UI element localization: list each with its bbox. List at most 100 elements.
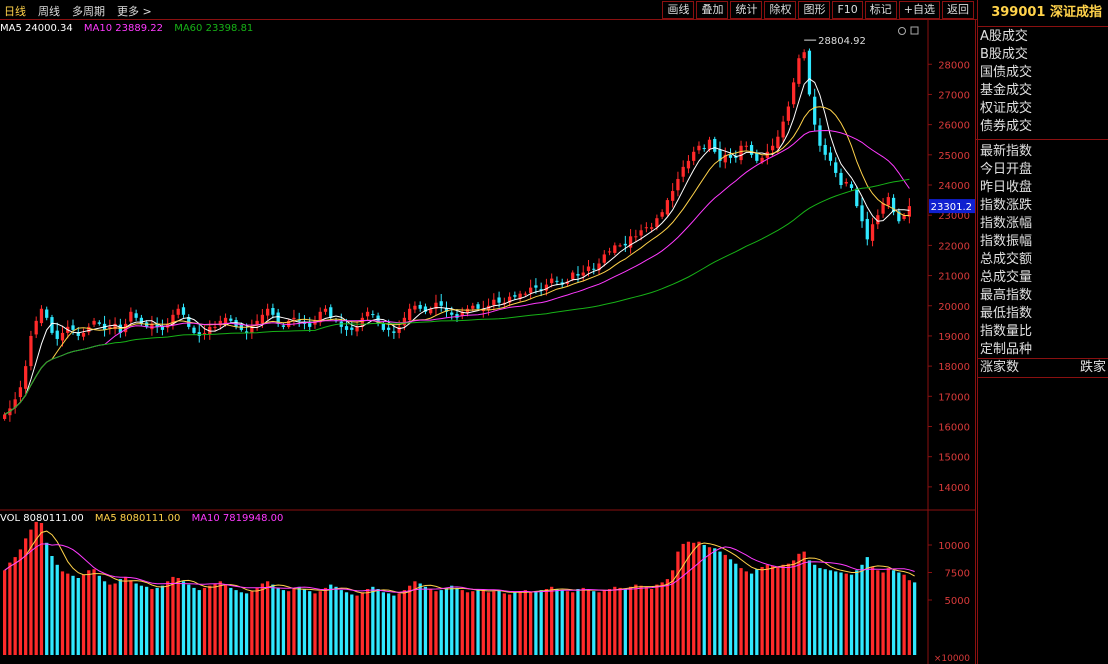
candle-body-51 (271, 308, 275, 315)
price-tick-label-7: 21000 (938, 272, 970, 283)
candle-body-118 (623, 243, 627, 246)
candle-body-70 (371, 314, 375, 316)
kline-chart[interactable]: 2800027000260002500024000230002200021000… (0, 0, 976, 664)
volume-bar-86 (455, 587, 459, 655)
volume-bar-121 (639, 585, 643, 655)
index-stat-item-0[interactable]: 最新指数 (980, 143, 1108, 161)
candle-body-33 (176, 308, 180, 315)
price-tick-label-8: 20000 (938, 302, 970, 313)
volume-bar-18 (97, 575, 101, 655)
volume-bar-112 (592, 591, 596, 655)
price-tick-label-1: 27000 (938, 90, 970, 101)
turnover-item-1[interactable]: B股成交 (980, 46, 1108, 64)
volume-bar-66 (350, 594, 354, 655)
volume-bar-70 (371, 586, 375, 655)
candle-body-141 (744, 145, 748, 147)
volume-bar-141 (744, 571, 748, 655)
index-title: 399001 深证成指 (978, 0, 1108, 27)
volume-bar-91 (481, 590, 485, 655)
volume-bar-37 (197, 590, 201, 655)
volume-bar-72 (381, 592, 385, 655)
candle-body-131 (692, 151, 696, 161)
volume-bar-47 (250, 591, 254, 655)
index-stat-item-3[interactable]: 指数涨跌 (980, 197, 1108, 215)
turnover-item-5[interactable]: 债券成交 (980, 118, 1108, 136)
volume-tick-label-0: 10000 (938, 541, 970, 552)
turnover-item-0[interactable]: A股成交 (980, 28, 1108, 46)
index-stat-item-1[interactable]: 今日开盘 (980, 161, 1108, 179)
volume-bar-144 (760, 567, 764, 655)
candle-body-125 (660, 212, 664, 217)
price-tick-label-6: 22000 (938, 241, 970, 252)
volume-bar-148 (781, 564, 785, 655)
turnover-item-3[interactable]: 基金成交 (980, 82, 1108, 100)
zoom-icon (898, 27, 906, 35)
volume-bar-173 (912, 582, 917, 655)
price-tick-label-3: 25000 (938, 151, 970, 162)
volume-bar-53 (281, 590, 286, 655)
volume-bar-21 (113, 583, 117, 655)
volume-bar-85 (450, 585, 454, 655)
volume-bar-36 (192, 587, 196, 655)
volume-bar-80 (423, 586, 428, 655)
index-stat-item-5[interactable]: 指数振幅 (980, 233, 1108, 251)
volume-bar-50 (266, 581, 270, 655)
volume-bar-1 (8, 562, 12, 655)
volume-bar-15 (81, 574, 86, 655)
volume-bar-152 (802, 551, 806, 655)
volume-bar-95 (502, 593, 506, 655)
candle-body-147 (776, 136, 780, 149)
volume-bar-45 (239, 592, 243, 655)
candle-body-127 (671, 191, 675, 201)
volume-bar-108 (571, 592, 575, 655)
volume-bar-133 (702, 545, 706, 655)
high-marker-label: 28804.92 (818, 36, 866, 47)
candle-body-109 (576, 274, 580, 276)
index-stat-item-11[interactable]: 定制品种 (980, 341, 1108, 359)
volume-bar-12 (66, 573, 70, 655)
price-tick-label-12: 16000 (938, 422, 970, 433)
volume-bar-28 (150, 589, 154, 655)
volume-bar-146 (770, 565, 775, 655)
index-stat-item-10[interactable]: 指数量比 (980, 323, 1108, 341)
volume-bar-71 (376, 589, 380, 655)
volume-bar-120 (634, 584, 638, 655)
candle-body-53 (281, 325, 286, 327)
candle-body-140 (739, 145, 743, 161)
candle-body-11 (60, 332, 65, 341)
volume-bar-63 (334, 586, 338, 655)
candle-body-112 (592, 268, 596, 270)
candle-body-25 (134, 313, 138, 318)
candle-body-150 (792, 82, 796, 105)
candle-body-67 (355, 326, 359, 332)
volume-unit-label: ×10000 (934, 654, 970, 664)
volume-bar-82 (434, 591, 438, 655)
candle-body-123 (649, 227, 654, 229)
quote-panel: 399001 深证成指 A股成交 B股成交 国债成交 基金成交 权证成交 债券成交 最新指… (976, 0, 1108, 664)
candle-body-132 (697, 145, 701, 151)
volume-bar-56 (297, 586, 301, 655)
index-stat-item-4[interactable]: 指数涨幅 (980, 215, 1108, 233)
index-stat-item-2[interactable]: 昨日收盘 (980, 179, 1108, 197)
volume-bar-44 (234, 590, 238, 655)
volume-bar-90 (476, 589, 480, 655)
price-tick-label-4: 24000 (938, 181, 970, 192)
volume-bar-10 (55, 564, 59, 655)
index-stat-item-6[interactable]: 总成交额 (980, 251, 1108, 269)
turnover-item-2[interactable]: 国债成交 (980, 64, 1108, 82)
index-stat-item-9[interactable]: 最低指数 (980, 305, 1108, 323)
candle-body-129 (681, 166, 685, 177)
candle-body-122 (644, 227, 648, 229)
volume-bar-2 (13, 557, 17, 655)
index-stat-item-7[interactable]: 总成交量 (980, 269, 1108, 287)
index-stat-item-8[interactable]: 最高指数 (980, 287, 1108, 305)
volume-bar-29 (155, 587, 159, 655)
candle-body-110 (581, 272, 585, 276)
candle-body-18 (97, 322, 101, 324)
volume-bar-150 (792, 560, 796, 655)
candle-body-24 (129, 311, 133, 322)
turnover-item-4[interactable]: 权证成交 (980, 100, 1108, 118)
candle-body-66 (350, 327, 354, 330)
candle-body-153 (807, 50, 812, 95)
candle-body-160 (844, 181, 848, 184)
